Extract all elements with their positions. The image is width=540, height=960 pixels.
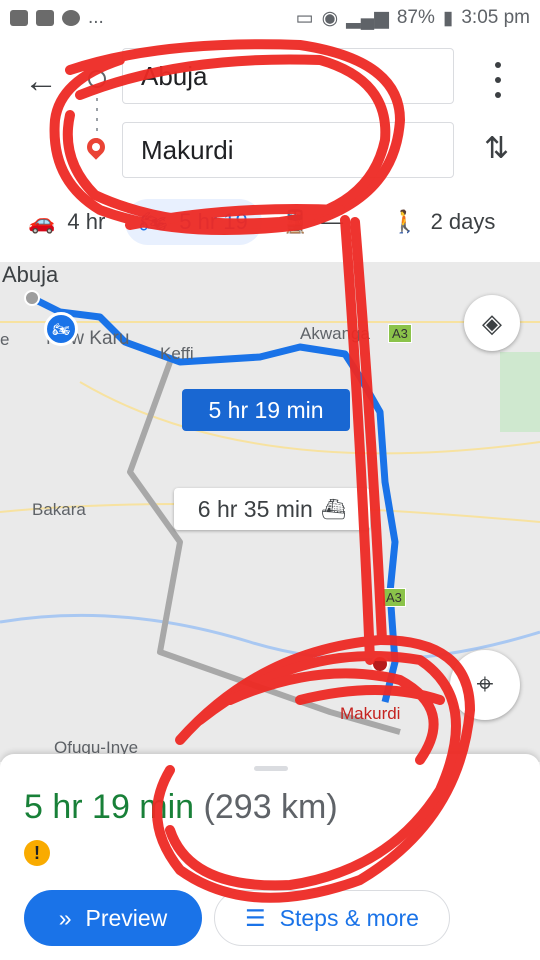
car-icon: 🚗	[28, 209, 56, 234]
highway-shield-a3: A3	[382, 588, 406, 607]
alternate-route-time: 6 hr 35 min	[197, 495, 313, 522]
mode-tab-motorcycle[interactable]: 🏍 5 hr 19	[125, 199, 262, 245]
highway-shield-a3: A3	[388, 324, 412, 343]
travel-mode-tabs: 🚗 4 hr 🏍 5 hr 19 🚆 — 🚶 2 days	[0, 196, 540, 248]
map-label-makurdi: Makurdi	[340, 704, 401, 723]
mode-transit-time: —	[321, 209, 344, 234]
battery-percent: 87%	[396, 7, 435, 28]
preview-button[interactable]: » Preview	[24, 890, 202, 946]
motorcycle-icon: 🏍	[139, 209, 168, 234]
route-distance: (293 km)	[203, 788, 338, 826]
destination-input[interactable]: Makurdi	[122, 122, 454, 178]
map-view[interactable]: Abuja e New Karu Keffi Akwanga Bakara Of…	[0, 262, 540, 762]
status-bar: ... ▭ ◉ ▂▄▆ 87% ▮ 3:05 pm	[0, 0, 540, 36]
mode-tab-driving[interactable]: 🚗 4 hr	[14, 199, 119, 245]
ferry-icon: ⛴	[320, 498, 347, 521]
steps-label: Steps & more	[279, 904, 419, 931]
steps-and-more-button[interactable]: ☰ Steps & more	[214, 890, 450, 946]
motorcycle-start-icon: 🏍	[44, 312, 78, 346]
layers-button[interactable]: ◈	[464, 295, 520, 351]
cast-icon: ▭	[295, 7, 314, 29]
map-label-keffi: Keffi	[160, 344, 194, 363]
map-label-edge: e	[0, 330, 10, 349]
warning-icon[interactable]: !	[24, 840, 50, 866]
location-icon: ◉	[321, 7, 339, 29]
alternate-route-time-label[interactable]: 6 hr 35 min ⛴	[174, 488, 370, 530]
my-location-icon: ⌖	[476, 668, 494, 701]
preview-label: Preview	[85, 904, 168, 931]
more-notifications: ...	[88, 7, 104, 28]
mode-walking-time: 2 days	[430, 209, 496, 234]
route-duration: 5 hr 19 min	[24, 788, 195, 826]
map-label-akwanga: Akwanga	[300, 324, 370, 343]
walk-icon: 🚶	[391, 209, 419, 234]
more-options-icon[interactable]	[486, 62, 510, 98]
mode-driving-time: 4 hr	[67, 209, 106, 234]
message-icon	[36, 10, 54, 26]
arrow-back-icon[interactable]: ←	[24, 64, 58, 98]
route-summary-sheet[interactable]: 5 hr 19 min (293 km) ! » Preview ☰ Steps…	[0, 754, 540, 960]
destination-pin-icon	[83, 134, 109, 160]
directions-header: ← Abuja Makurdi ⇅ 🚗 4 hr 🏍 5 hr 19 🚆 — 🚶…	[0, 36, 540, 262]
swap-vertical-icon[interactable]: ⇅	[484, 134, 509, 164]
clock: 3:05 pm	[461, 7, 530, 28]
origin-circle-icon	[88, 70, 106, 88]
selected-route-time-label[interactable]: 5 hr 19 min	[182, 389, 350, 431]
mode-motorcycle-time: 5 hr 19	[179, 209, 248, 234]
chevron-double-right-icon: »	[58, 904, 72, 931]
list-icon: ☰	[245, 904, 266, 931]
battery-icon: ▮	[442, 7, 454, 29]
my-location-button[interactable]: ⌖	[450, 650, 520, 720]
route-summary: 5 hr 19 min (293 km)	[24, 788, 338, 827]
mode-tab-transit[interactable]: 🚆 —	[268, 199, 357, 245]
transit-icon: 🚆	[281, 209, 310, 234]
mode-tab-walking[interactable]: 🚶 2 days	[377, 199, 509, 245]
photo-icon	[10, 10, 28, 26]
layers-icon: ◈	[482, 307, 502, 338]
map-label-abuja: Abuja	[2, 262, 59, 287]
origin-input[interactable]: Abuja	[122, 48, 454, 104]
map-label-bakara: Bakara	[32, 500, 86, 519]
drag-handle[interactable]	[254, 766, 288, 771]
signal-icon: ▂▄▆	[346, 7, 389, 29]
facebook-icon	[62, 10, 80, 26]
